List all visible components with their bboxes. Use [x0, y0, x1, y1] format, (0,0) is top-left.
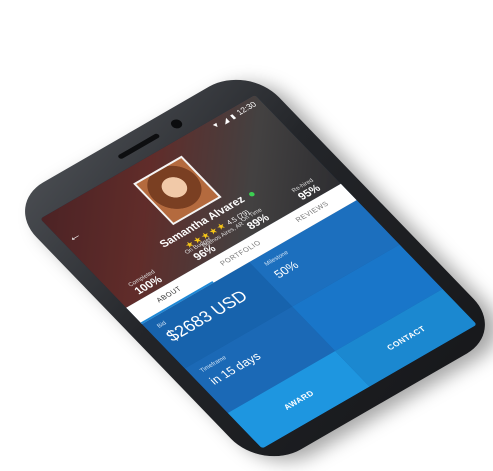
online-status-icon — [247, 190, 256, 197]
phone-device: ▼ ◢ ▮ 12:30 ← Samantha Alvarez ★★★★★ 4.5… — [4, 64, 493, 471]
app-screen: ▼ ◢ ▮ 12:30 ← Samantha Alvarez ★★★★★ 4.5… — [40, 94, 477, 449]
battery-icon: ▮ — [228, 113, 238, 121]
phone-camera — [168, 117, 185, 131]
signal-icon: ◢ — [220, 117, 231, 125]
